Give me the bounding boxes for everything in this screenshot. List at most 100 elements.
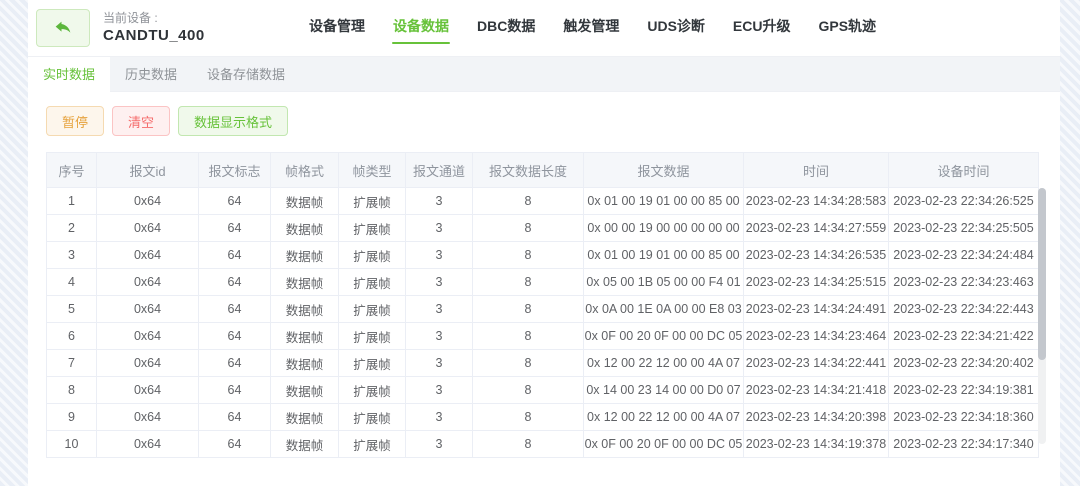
table-row[interactable]: 80x6464数据帧扩展帧380x 14 00 23 14 00 00 D0 0… (47, 377, 1039, 404)
table-cell: 8 (473, 269, 584, 296)
table-row[interactable]: 70x6464数据帧扩展帧380x 12 00 22 12 00 00 4A 0… (47, 350, 1039, 377)
table-cell: 3 (406, 215, 473, 242)
table-cell: 2023-02-23 22:34:17:340 (889, 431, 1039, 458)
table-cell: 0x64 (97, 188, 199, 215)
nav-tab-1[interactable]: 设备管理 (308, 10, 366, 48)
table-cell: 8 (473, 377, 584, 404)
column-header: 报文数据长度 (473, 153, 584, 188)
column-header: 报文数据 (584, 153, 744, 188)
table-cell: 1 (47, 188, 97, 215)
table-cell: 扩展帧 (339, 323, 406, 350)
table-cell: 数据帧 (271, 323, 339, 350)
table-cell: 0x64 (97, 350, 199, 377)
table-cell: 数据帧 (271, 404, 339, 431)
table-cell: 0x64 (97, 242, 199, 269)
table-cell: 64 (199, 431, 271, 458)
nav-tab-6[interactable]: ECU升级 (732, 10, 792, 48)
nav-tab-7[interactable]: GPS轨迹 (817, 10, 877, 48)
table-row[interactable]: 40x6464数据帧扩展帧380x 05 00 1B 05 00 00 F4 0… (47, 269, 1039, 296)
table-cell: 64 (199, 188, 271, 215)
table-cell: 扩展帧 (339, 296, 406, 323)
column-header: 报文通道 (406, 153, 473, 188)
table-header-row: 序号报文id报文标志帧格式帧类型报文通道报文数据长度报文数据时间设备时间 (47, 153, 1039, 188)
table-cell: 64 (199, 323, 271, 350)
table-cell: 3 (406, 242, 473, 269)
nav-tab-4[interactable]: 触发管理 (562, 10, 620, 48)
table-cell: 3 (406, 404, 473, 431)
table-cell: 3 (47, 242, 97, 269)
table-cell: 扩展帧 (339, 431, 406, 458)
nav-tab-3[interactable]: DBC数据 (476, 10, 536, 48)
table-cell: 2023-02-23 14:34:25:515 (744, 269, 889, 296)
data-subtabs: 实时数据历史数据设备存储数据 (28, 57, 1060, 92)
scrollbar-thumb[interactable] (1038, 188, 1046, 360)
table-cell: 0x64 (97, 215, 199, 242)
table-cell: 2023-02-23 14:34:21:418 (744, 377, 889, 404)
table-cell: 0x64 (97, 296, 199, 323)
table-cell: 0x64 (97, 269, 199, 296)
table-cell: 8 (473, 404, 584, 431)
table-cell: 8 (473, 188, 584, 215)
table-cell: 数据帧 (271, 431, 339, 458)
subtab-1[interactable]: 实时数据 (28, 57, 110, 92)
pause-button[interactable]: 暂停 (46, 106, 104, 136)
table-cell: 4 (47, 269, 97, 296)
table-cell: 0x 0F 00 20 0F 00 00 DC 05 (584, 323, 744, 350)
table-cell: 0x 14 00 23 14 00 00 D0 07 (584, 377, 744, 404)
table-row[interactable]: 50x6464数据帧扩展帧380x 0A 00 1E 0A 00 00 E8 0… (47, 296, 1039, 323)
table-row[interactable]: 10x6464数据帧扩展帧380x 01 00 19 01 00 00 85 0… (47, 188, 1039, 215)
table-cell: 0x 12 00 22 12 00 00 4A 07 (584, 404, 744, 431)
column-header: 帧类型 (339, 153, 406, 188)
table-cell: 扩展帧 (339, 404, 406, 431)
table-cell: 3 (406, 188, 473, 215)
table-cell: 3 (406, 323, 473, 350)
table-cell: 0x 12 00 22 12 00 00 4A 07 (584, 350, 744, 377)
data-format-button[interactable]: 数据显示格式 (178, 106, 288, 136)
table-row[interactable]: 30x6464数据帧扩展帧380x 01 00 19 01 00 00 85 0… (47, 242, 1039, 269)
nav-tab-5[interactable]: UDS诊断 (646, 10, 706, 48)
back-button[interactable] (36, 9, 90, 47)
current-device: 当前设备 : CANDTU_400 (103, 10, 205, 46)
table-scrollbar[interactable] (1038, 188, 1046, 444)
app-header: 当前设备 : CANDTU_400 设备管理设备数据 DBC数据触发管理 UDS诊断… (28, 0, 1060, 57)
table-cell: 2023-02-23 14:34:20:398 (744, 404, 889, 431)
table-cell: 2023-02-23 22:34:23:463 (889, 269, 1039, 296)
table-cell: 2023-02-23 22:34:18:360 (889, 404, 1039, 431)
table-row[interactable]: 60x6464数据帧扩展帧380x 0F 00 20 0F 00 00 DC 0… (47, 323, 1039, 350)
nav-tab-2[interactable]: 设备数据 (392, 10, 450, 48)
content-area: 暂停 清空 数据显示格式 序号报文id报文标志帧格式帧类型报文通道报文数据长度报… (28, 92, 1060, 458)
table-cell: 64 (199, 404, 271, 431)
subtab-2[interactable]: 历史数据 (110, 57, 192, 92)
table-cell: 8 (473, 296, 584, 323)
clear-button[interactable]: 清空 (112, 106, 170, 136)
table-cell: 0x 0A 00 1E 0A 00 00 E8 03 (584, 296, 744, 323)
table-cell: 8 (473, 350, 584, 377)
table-cell: 2023-02-23 22:34:20:402 (889, 350, 1039, 377)
table-cell: 扩展帧 (339, 242, 406, 269)
table-row[interactable]: 20x6464数据帧扩展帧380x 00 00 19 00 00 00 00 0… (47, 215, 1039, 242)
table-cell: 扩展帧 (339, 269, 406, 296)
table-cell: 2023-02-23 14:34:23:464 (744, 323, 889, 350)
table-cell: 5 (47, 296, 97, 323)
column-header: 报文id (97, 153, 199, 188)
table-cell: 0x64 (97, 377, 199, 404)
column-header: 序号 (47, 153, 97, 188)
table-cell: 2023-02-23 22:34:19:381 (889, 377, 1039, 404)
toolbar: 暂停 清空 数据显示格式 (46, 106, 1042, 136)
table-cell: 3 (406, 431, 473, 458)
table-cell: 2023-02-23 22:34:21:422 (889, 323, 1039, 350)
subtab-3[interactable]: 设备存储数据 (192, 57, 300, 92)
column-header: 时间 (744, 153, 889, 188)
table-cell: 8 (473, 323, 584, 350)
table-cell: 扩展帧 (339, 377, 406, 404)
table-cell: 3 (406, 269, 473, 296)
table-cell: 0x 00 00 19 00 00 00 00 00 (584, 215, 744, 242)
table-row[interactable]: 100x6464数据帧扩展帧380x 0F 00 20 0F 00 00 DC … (47, 431, 1039, 458)
table-cell: 8 (47, 377, 97, 404)
table-row[interactable]: 90x6464数据帧扩展帧380x 12 00 22 12 00 00 4A 0… (47, 404, 1039, 431)
table-cell: 8 (473, 242, 584, 269)
top-nav: 设备管理设备数据 DBC数据触发管理 UDS诊断 ECU升级 GPS轨迹 (295, 0, 890, 57)
table-cell: 数据帧 (271, 188, 339, 215)
main-card: 当前设备 : CANDTU_400 设备管理设备数据 DBC数据触发管理 UDS诊断… (28, 0, 1060, 486)
table-cell: 扩展帧 (339, 350, 406, 377)
